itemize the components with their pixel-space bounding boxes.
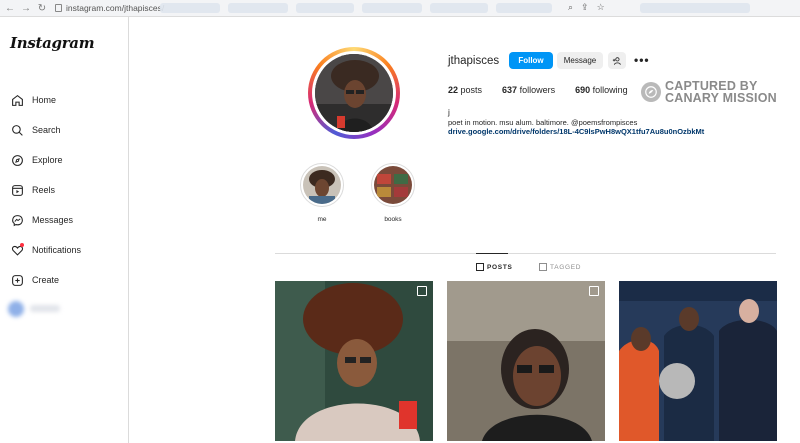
posts-label: posts <box>460 85 483 95</box>
sidebar-item-label: Explore <box>32 155 63 165</box>
sidebar-item-notifications[interactable]: Notifications <box>10 241 81 259</box>
blurred-bookmark <box>296 3 354 13</box>
sidebar-item-search[interactable]: Search <box>10 121 61 139</box>
search-icon <box>10 123 24 137</box>
blurred-bookmark <box>160 3 220 13</box>
more-options-icon[interactable]: ••• <box>634 53 650 67</box>
tab-label: TAGGED <box>550 263 582 271</box>
sidebar-item-label: Messages <box>32 215 74 225</box>
profile-bio: poet in motion. msu alum. baltimore. @po… <box>448 118 638 127</box>
highlight-ring <box>371 163 415 207</box>
profile-picture <box>312 51 396 135</box>
grid-icon <box>476 263 484 271</box>
sidebar-item-messages[interactable]: Messages <box>10 211 73 229</box>
suggest-accounts-button[interactable] <box>608 52 626 69</box>
heart-icon <box>10 243 24 257</box>
multiple-posts-icon <box>589 286 599 296</box>
star-icon[interactable]: ☆ <box>597 2 605 13</box>
highlight-me[interactable]: me <box>299 163 345 223</box>
sidebar-item-label: Create <box>32 275 60 285</box>
following-label: following <box>592 85 628 95</box>
reload-icon[interactable]: ↻ <box>37 3 47 14</box>
highlight-books[interactable]: books <box>370 163 416 223</box>
own-profile-label-blurred <box>30 305 60 312</box>
home-icon <box>10 93 24 107</box>
post-thumbnail[interactable] <box>619 281 777 441</box>
forward-icon[interactable]: → <box>21 3 31 14</box>
tab-posts[interactable]: POSTS <box>476 263 513 271</box>
own-avatar[interactable] <box>8 301 24 317</box>
profile-picture-ring[interactable] <box>308 47 400 139</box>
zoom-icon[interactable]: ⌕ <box>568 2 573 13</box>
profile-photo <box>315 54 393 132</box>
profile-stats: 22 posts 637 followers 690 following <box>448 85 648 95</box>
highlight-cover <box>374 166 412 204</box>
blurred-bookmark <box>496 3 552 13</box>
sidebar-item-label: Search <box>32 125 61 135</box>
canary-mission-logo <box>641 82 661 102</box>
profile-display-name: j <box>448 107 450 117</box>
sidebar-item-home[interactable]: Home <box>10 91 56 109</box>
instagram-logo[interactable]: Instagram <box>10 34 95 52</box>
blurred-bookmark <box>362 3 422 13</box>
highlight-cover <box>303 166 341 204</box>
following-count: 690 <box>575 85 591 95</box>
following-stat[interactable]: 690 following <box>575 85 628 95</box>
sidebar <box>0 17 129 443</box>
sidebar-item-label: Notifications <box>32 245 82 255</box>
sidebar-item-label: Reels <box>32 185 56 195</box>
compass-icon <box>10 153 24 167</box>
multiple-posts-icon <box>417 286 427 296</box>
add-user-icon <box>612 56 621 65</box>
share-icon[interactable]: ⇪ <box>581 2 589 13</box>
sidebar-item-create[interactable]: Create <box>10 271 59 289</box>
plus-square-icon <box>10 273 24 287</box>
blurred-extensions <box>640 3 750 13</box>
url-text: instagram.com/jthapisces/ <box>66 3 165 13</box>
tabs-divider <box>275 253 776 254</box>
profile-link[interactable]: drive.google.com/drive/folders/18L-4C9ls… <box>448 127 704 136</box>
messenger-icon <box>10 213 24 227</box>
message-button[interactable]: Message <box>557 52 603 69</box>
browser-toolbar: ← → ↻ instagram.com/jthapisces/ ⌕ ⇪ ☆ <box>0 0 800 17</box>
highlight-label: books <box>384 216 402 223</box>
blurred-bookmark <box>430 3 488 13</box>
post-thumbnail[interactable] <box>275 281 433 441</box>
highlight-label: me <box>317 216 327 223</box>
followers-count: 637 <box>502 85 518 95</box>
followers-label: followers <box>519 85 556 95</box>
back-icon[interactable]: ← <box>5 3 15 14</box>
sidebar-item-reels[interactable]: Reels <box>10 181 55 199</box>
highlight-ring <box>300 163 344 207</box>
canary-mission-watermark: CAPTURED BY CANARY MISSION <box>641 80 777 104</box>
browser-actions: ⌕ ⇪ ☆ <box>568 2 605 13</box>
browser-nav: ← → ↻ <box>0 3 47 14</box>
reels-icon <box>10 183 24 197</box>
posts-count: 22 <box>448 85 459 95</box>
active-tab-indicator <box>476 253 508 254</box>
profile-username: jthapisces <box>448 55 500 67</box>
sidebar-item-label: Home <box>32 95 57 105</box>
address-bar[interactable]: instagram.com/jthapisces/ <box>55 3 164 13</box>
notification-dot <box>20 243 24 247</box>
post-thumbnail[interactable] <box>447 281 605 441</box>
tab-label: POSTS <box>487 263 513 271</box>
lock-icon <box>55 4 62 12</box>
tab-tagged[interactable]: TAGGED <box>539 263 581 271</box>
tag-icon <box>539 263 547 271</box>
follow-button[interactable]: Follow <box>509 52 553 69</box>
followers-stat[interactable]: 637 followers <box>502 85 555 95</box>
blurred-bookmark <box>228 3 288 13</box>
sidebar-item-explore[interactable]: Explore <box>10 151 63 169</box>
watermark-line2: CANARY MISSION <box>665 91 777 105</box>
posts-stat: 22 posts <box>448 85 482 95</box>
